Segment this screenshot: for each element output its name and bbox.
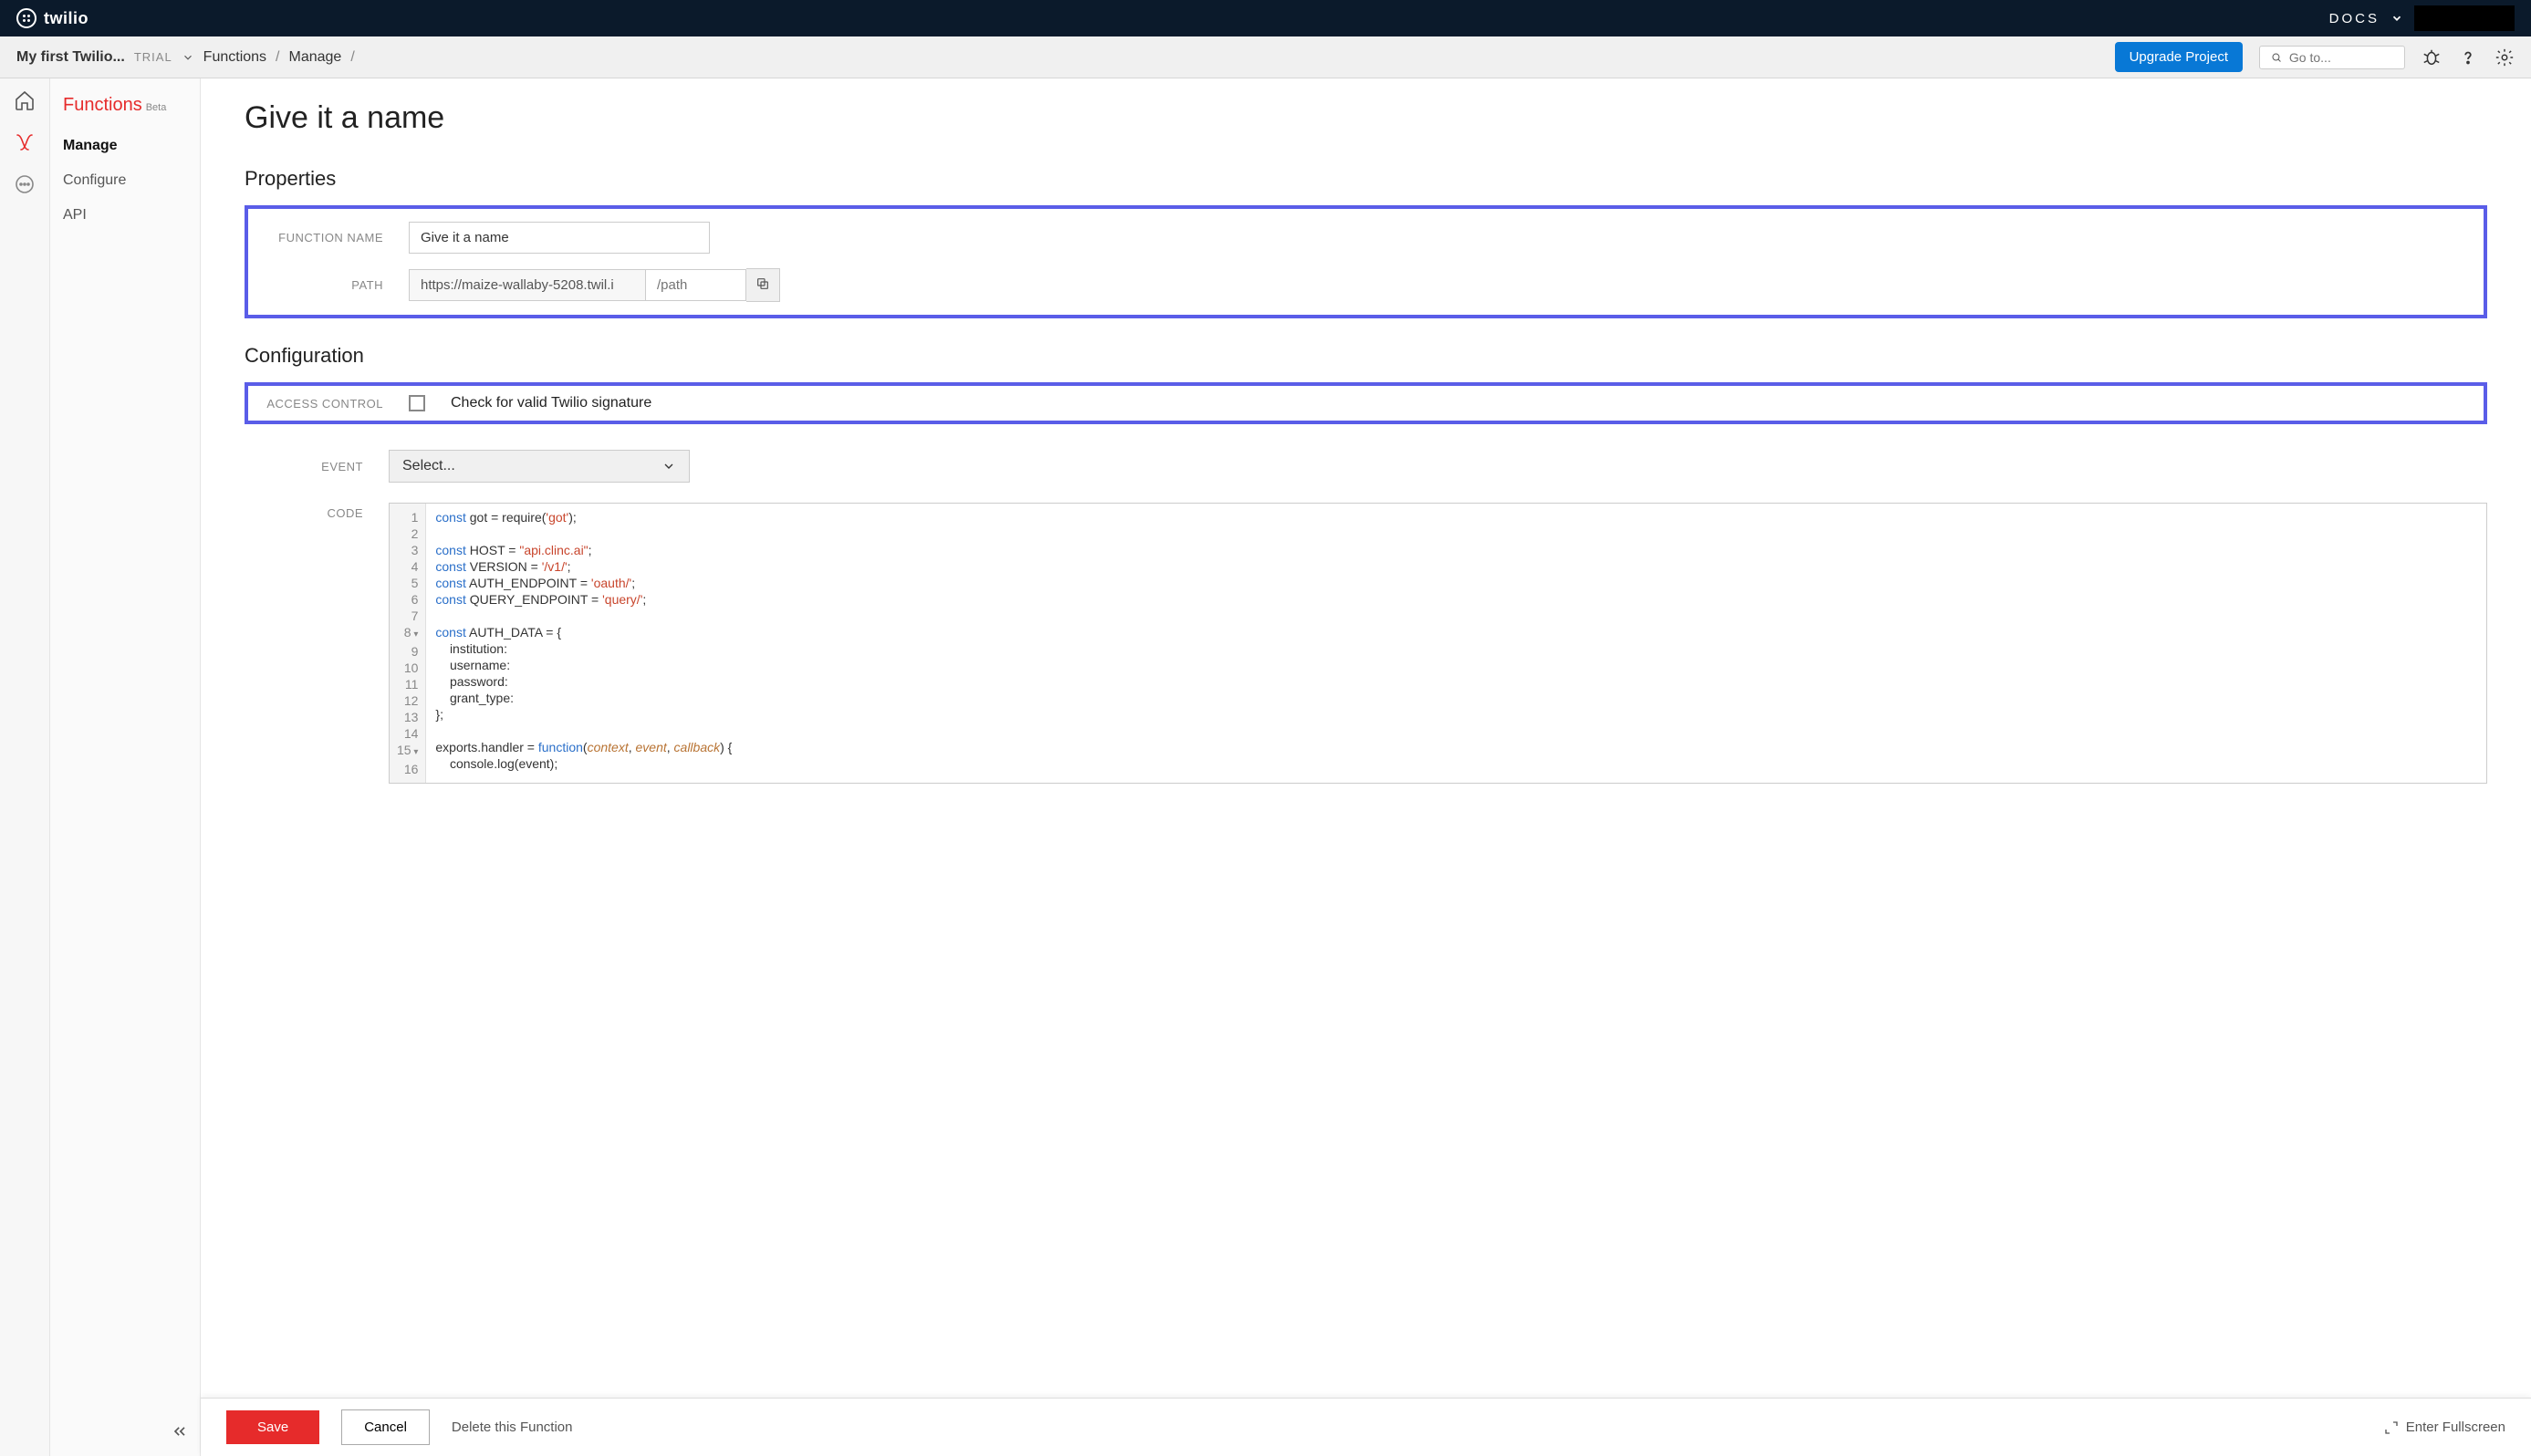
chevron-down-icon: [661, 459, 676, 473]
upgrade-project-button[interactable]: Upgrade Project: [2115, 42, 2243, 72]
chevron-down-icon[interactable]: [182, 51, 194, 64]
breadcrumb-separator: /: [350, 49, 354, 66]
footer-bar: Save Cancel Delete this Function Enter F…: [201, 1398, 2531, 1456]
code-label: CODE: [245, 497, 363, 520]
search-input[interactable]: [2289, 50, 2393, 65]
path-base-url: https://maize-wallaby-5208.twil.i: [409, 269, 646, 301]
path-label: PATH: [265, 278, 383, 292]
cancel-button[interactable]: Cancel: [341, 1409, 430, 1445]
search-icon: [2271, 51, 2282, 64]
properties-heading: Properties: [245, 167, 2487, 191]
delete-function-button[interactable]: Delete this Function: [452, 1420, 573, 1435]
breadcrumb: My first Twilio... TRIAL Functions / Man…: [16, 49, 355, 66]
chevrons-left-icon: [171, 1422, 189, 1440]
access-control-label: ACCESS CONTROL: [265, 397, 383, 411]
help-icon[interactable]: [2458, 47, 2478, 68]
breadcrumb-item[interactable]: Functions: [203, 49, 266, 66]
twilio-logo-icon: [16, 8, 36, 28]
more-icon[interactable]: [14, 173, 36, 195]
event-select[interactable]: Select...: [389, 450, 690, 483]
sidenav-title: Functions Beta: [50, 95, 200, 129]
beta-badge: Beta: [146, 102, 167, 113]
icon-rail: [0, 78, 50, 1456]
signature-checkbox-label: Check for valid Twilio signature: [451, 395, 651, 411]
configuration-heading: Configuration: [245, 344, 2487, 368]
collapse-sidenav-button[interactable]: [171, 1422, 189, 1445]
properties-box: FUNCTION NAME PATH https://maize-wallaby…: [245, 205, 2487, 318]
sidenav-item-configure[interactable]: Configure: [50, 163, 200, 198]
debug-icon[interactable]: [2422, 47, 2442, 68]
home-icon[interactable]: [14, 89, 36, 111]
chevron-down-icon[interactable]: [2390, 12, 2403, 25]
breadcrumb-item[interactable]: Manage: [289, 49, 342, 66]
global-search[interactable]: [2259, 46, 2405, 69]
project-name[interactable]: My first Twilio...: [16, 49, 125, 66]
code-lines[interactable]: const got = require('got'); const HOST =…: [426, 504, 741, 783]
path-input[interactable]: [646, 269, 746, 301]
gear-icon[interactable]: [2495, 47, 2515, 68]
breadcrumb-separator: /: [276, 49, 279, 66]
access-control-box: ACCESS CONTROL Check for valid Twilio si…: [245, 382, 2487, 424]
fullscreen-icon: [2384, 1420, 2399, 1435]
docs-link[interactable]: DOCS: [2329, 11, 2380, 26]
functions-icon[interactable]: [14, 131, 36, 153]
sidenav-title-text: Functions: [63, 95, 142, 116]
save-button[interactable]: Save: [226, 1410, 319, 1444]
event-select-value: Select...: [402, 458, 455, 474]
topbar: twilio DOCS: [0, 0, 2531, 36]
main-content: Give it a name Properties FUNCTION NAME …: [201, 78, 2531, 1456]
event-label: EVENT: [245, 460, 363, 473]
sidenav-item-manage[interactable]: Manage: [50, 129, 200, 163]
function-name-label: FUNCTION NAME: [265, 231, 383, 244]
sidenav-item-api[interactable]: API: [50, 198, 200, 233]
sidenav: Functions Beta Manage Configure API: [50, 78, 201, 1456]
signature-checkbox[interactable]: [409, 395, 425, 411]
fullscreen-label: Enter Fullscreen: [2406, 1420, 2505, 1435]
function-name-input[interactable]: [409, 222, 710, 254]
code-gutter: 12345678 ▾9101112131415 ▾16: [390, 504, 426, 783]
copy-path-button[interactable]: [746, 268, 780, 302]
page-title: Give it a name: [245, 100, 2487, 136]
enter-fullscreen-button[interactable]: Enter Fullscreen: [2384, 1420, 2505, 1435]
code-editor[interactable]: 12345678 ▾9101112131415 ▾16 const got = …: [389, 503, 2487, 784]
brand-name: twilio: [44, 9, 89, 28]
copy-icon: [755, 276, 770, 291]
trial-badge: TRIAL: [134, 50, 172, 64]
subbar: My first Twilio... TRIAL Functions / Man…: [0, 36, 2531, 78]
account-menu[interactable]: [2414, 5, 2515, 31]
